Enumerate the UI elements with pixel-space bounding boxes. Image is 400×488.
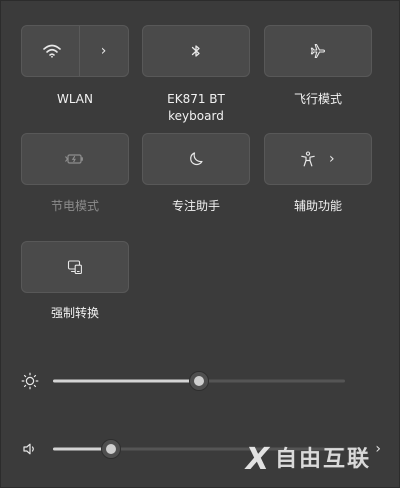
- brightness-icon: [21, 372, 39, 390]
- wlan-tile[interactable]: ›: [21, 25, 129, 77]
- brightness-track-fill: [53, 379, 199, 383]
- bluetooth-label-line2: keyboard: [168, 109, 224, 123]
- battery-saver-label: 节电模式: [50, 199, 99, 213]
- cast-label: 强制转换: [50, 306, 99, 320]
- bluetooth-icon: [191, 44, 201, 59]
- accessibility-tile[interactable]: ›: [264, 133, 372, 185]
- chevron-right-icon[interactable]: ›: [375, 441, 381, 457]
- airplane-tile[interactable]: [264, 25, 372, 77]
- focus-assist-tile[interactable]: [142, 133, 250, 185]
- moon-icon: [189, 152, 203, 167]
- wlan-label: WLAN: [56, 92, 93, 106]
- focus-assist-label: 专注助手: [171, 199, 220, 213]
- battery-saver-tile[interactable]: [21, 133, 129, 185]
- chevron-right-icon[interactable]: ›: [329, 152, 335, 166]
- wifi-icon[interactable]: [42, 44, 61, 58]
- speaker-icon[interactable]: [21, 440, 39, 458]
- bluetooth-label-line1: EK871 BT: [167, 92, 225, 106]
- thumb-dot: [106, 444, 117, 454]
- accessibility-icon: [300, 151, 316, 167]
- bluetooth-tile[interactable]: [142, 25, 250, 77]
- thumb-dot: [194, 376, 204, 386]
- volume-slider[interactable]: ›: [1, 437, 400, 461]
- cast-tile[interactable]: [21, 241, 129, 293]
- chevron-right-icon[interactable]: ›: [101, 44, 107, 58]
- airplane-icon: [310, 43, 326, 59]
- brightness-slider[interactable]: [1, 369, 400, 393]
- cast-icon: [67, 259, 83, 275]
- airplane-label: 飞行模式: [293, 92, 342, 106]
- accessibility-label: 辅助功能: [293, 199, 342, 213]
- tile-divider: [79, 26, 81, 76]
- bluetooth-label: EK871 BT keyboard: [136, 91, 256, 125]
- volume-thumb[interactable]: [101, 439, 122, 459]
- quick-settings-panel: › WLAN EK871 BT keyboard 飞行模式 › 节电模式 专注助…: [0, 0, 400, 488]
- brightness-thumb[interactable]: [189, 371, 209, 391]
- battery-saver-icon: [65, 153, 85, 165]
